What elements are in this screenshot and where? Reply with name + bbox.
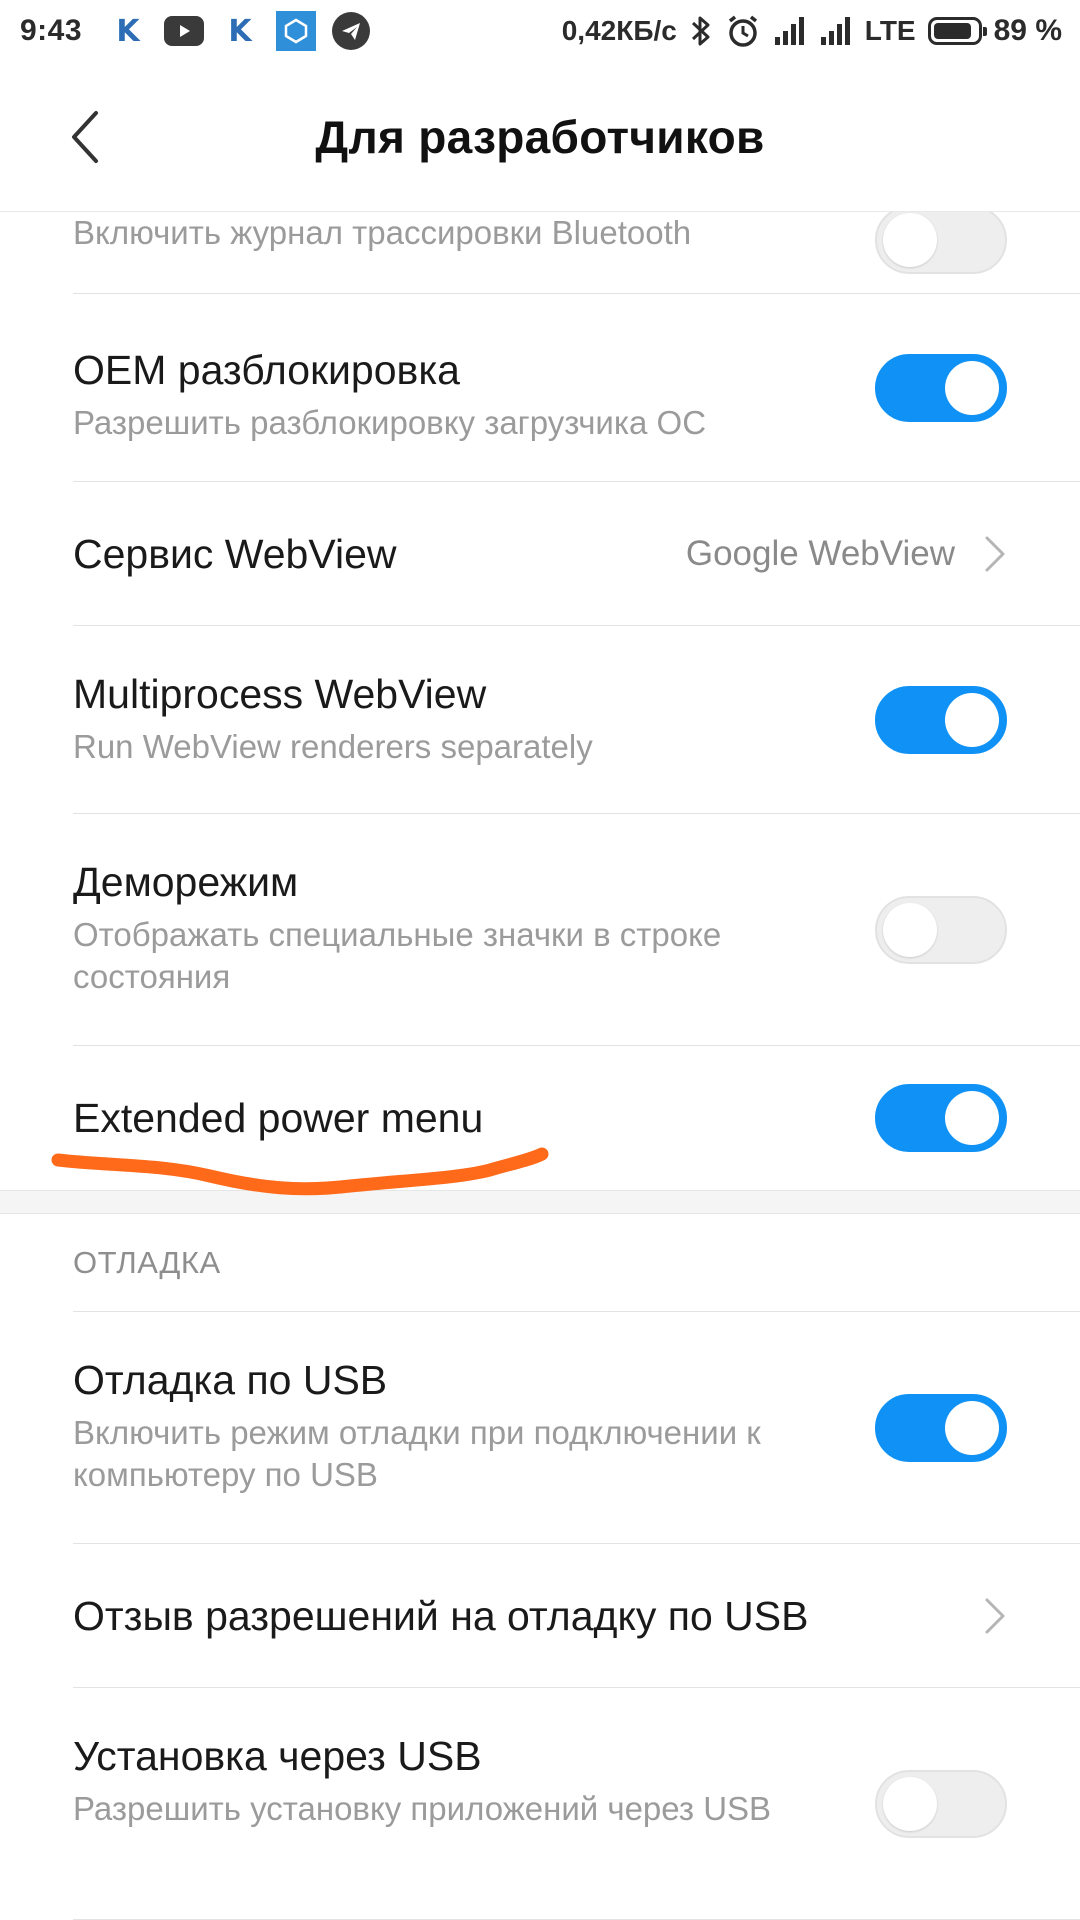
annotation-underline [51, 1147, 549, 1196]
list-item-title: Установка через USB [73, 1733, 482, 1779]
battery-fill [933, 23, 971, 39]
settings-list: Включить журнал трассировки Bluetooth OE… [0, 206, 1080, 1920]
list-item-subtitle: Включить режим отладки при подключении к… [73, 1414, 761, 1493]
list-item-title: Деморежим [73, 859, 299, 905]
list-item-subtitle: Run WebView renderers separately [73, 728, 593, 765]
k-icon: K [116, 13, 140, 49]
chevron-left-icon [72, 110, 98, 163]
screen: 9:43 K K 0,42КБ/с LTE 89 % Для разработч… [0, 0, 1080, 1920]
list-item-title: OEM разблокировка [73, 347, 460, 393]
battery-icon [927, 17, 987, 45]
battery-percent: 89 % [993, 14, 1062, 47]
extended-power-menu-toggle[interactable] [875, 1084, 1007, 1152]
list-item-subtitle: Включить журнал трассировки Bluetooth [73, 214, 692, 251]
list-item-title: Отзыв разрешений на отладку по USB [73, 1592, 809, 1639]
list-item-title: Extended power menu [73, 1095, 484, 1141]
toggle-knob [883, 1776, 937, 1831]
list-item-usb-debugging[interactable]: Отладка по USB Включить режим отладки пр… [73, 1312, 1080, 1544]
list-item-title: Multiprocess WebView [73, 671, 487, 717]
system-icons: 0,42КБ/с LTE 89 % [562, 13, 1062, 49]
back-button[interactable] [54, 105, 118, 169]
bluetooth-log-toggle[interactable] [875, 206, 1007, 274]
list-item-webview-service[interactable]: Сервис WebView Google WebView [73, 482, 1080, 626]
telegram-icon [332, 12, 371, 50]
status-time: 9:43 [20, 14, 83, 47]
install-via-usb-toggle[interactable] [875, 1769, 1007, 1838]
multiprocess-toggle[interactable] [875, 685, 1007, 754]
list-item-subtitle: Отображать специальные значки в строке с… [73, 916, 722, 995]
youtube-icon [164, 16, 205, 46]
network-type: LTE [864, 15, 916, 46]
app-header: Для разработчиков [0, 62, 1080, 212]
toggle-knob [945, 692, 999, 747]
signal-icon [819, 15, 853, 47]
list-item-revoke-usb-auth[interactable]: Отзыв разрешений на отладку по USB [73, 1544, 1080, 1688]
network-speed: 0,42КБ/с [561, 15, 677, 46]
usb-debugging-toggle[interactable] [875, 1393, 1007, 1462]
toggle-knob [945, 1091, 999, 1145]
list-item-oem-unlock[interactable]: OEM разблокировка Разрешить разблокировк… [73, 294, 1080, 482]
notification-icons: K K [108, 11, 371, 51]
mi-icon [276, 11, 317, 51]
toggle-knob [883, 213, 937, 267]
status-bar: 9:43 K K 0,42КБ/с LTE 89 % [0, 0, 1080, 62]
page-title: Для разработчиков [315, 110, 765, 163]
webview-value: Google WebView [685, 533, 955, 573]
list-item-install-via-usb[interactable]: Установка через USB Разрешить установку … [73, 1688, 1080, 1920]
section-header-debug: ОТЛАДКА [73, 1214, 1080, 1312]
signal-icon [773, 15, 807, 47]
toggle-knob [945, 360, 999, 415]
toggle-knob [883, 902, 937, 957]
k-icon: K [228, 13, 252, 49]
list-item-bluetooth-log[interactable]: Включить журнал трассировки Bluetooth [73, 206, 1080, 294]
list-item-subtitle: Разрешить разблокировку загрузчика ОС [73, 404, 707, 441]
chevron-right-icon [985, 1598, 1005, 1633]
list-item-title: Отладка по USB [73, 1357, 388, 1403]
list-item-subtitle: Разрешить установку приложений через USB [73, 1790, 772, 1827]
list-item-demo-mode[interactable]: Деморежим Отображать специальные значки … [73, 814, 1080, 1046]
bluetooth-icon [689, 13, 713, 49]
demo-mode-toggle[interactable] [875, 895, 1007, 964]
list-item-multiprocess-webview[interactable]: Multiprocess WebView Run WebView rendere… [73, 626, 1080, 814]
chevron-right-icon [985, 536, 1005, 571]
oem-unlock-toggle[interactable] [875, 353, 1007, 422]
alarm-icon [725, 13, 761, 49]
toggle-knob [945, 1400, 999, 1455]
